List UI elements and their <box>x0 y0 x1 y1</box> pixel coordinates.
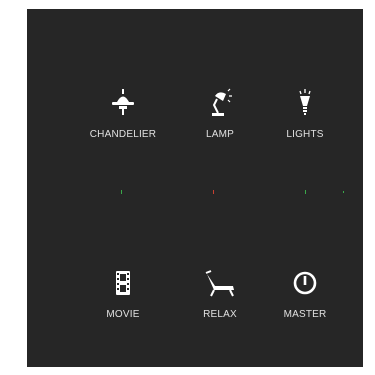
lights-label: LIGHTS <box>286 129 324 140</box>
film-strip-icon <box>78 265 168 301</box>
movie-label: MOVIE <box>106 309 140 320</box>
lights-button[interactable]: LIGHTS <box>260 85 350 149</box>
movie-button[interactable]: MOVIE <box>78 265 168 329</box>
relax-label: RELAX <box>203 309 237 320</box>
extra-status-indicator <box>343 191 344 193</box>
lights-status-indicator <box>305 190 306 194</box>
lamp-label: LAMP <box>205 129 235 140</box>
chandelier-label: CHANDELIER <box>89 129 157 140</box>
light-bulb-icon <box>260 85 350 121</box>
scene-control-panel: CHANDELIER LAMP LIGHTS MOVIE RELAX MASTE… <box>27 9 363 367</box>
relax-button[interactable]: RELAX <box>175 265 265 329</box>
chandelier-status-indicator <box>121 190 122 194</box>
lamp-status-indicator <box>213 190 214 194</box>
desk-lamp-icon <box>175 85 265 121</box>
master-button[interactable]: MASTER <box>260 265 350 329</box>
lounge-chair-icon <box>175 265 265 301</box>
master-label: MASTER <box>283 309 327 320</box>
chandelier-icon <box>78 85 168 121</box>
lamp-button[interactable]: LAMP <box>175 85 265 149</box>
chandelier-button[interactable]: CHANDELIER <box>78 85 168 149</box>
power-icon <box>260 265 350 301</box>
